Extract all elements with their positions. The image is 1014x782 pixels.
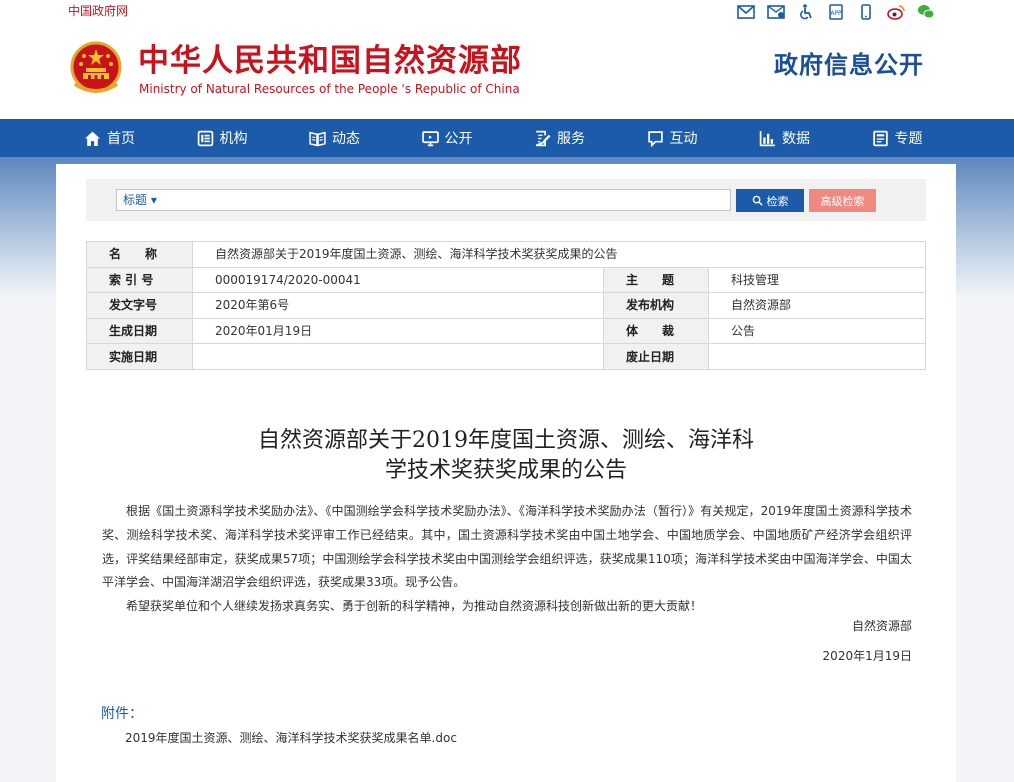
search-bar: 标题 ▾ 检索 高级检索 <box>86 179 926 221</box>
info-value: 2020年01月19日 <box>192 317 604 345</box>
info-label: 发文字号 <box>86 292 193 319</box>
table-row: 生成日期 2020年01月19日 体 裁 公告 <box>86 317 926 345</box>
table-row: 索 引 号 000019174/2020-00041 主 题 科技管理 <box>86 266 926 294</box>
info-label: 生成日期 <box>86 317 193 345</box>
info-label: 索 引 号 <box>86 266 193 294</box>
search-button-label: 检索 <box>766 194 789 208</box>
nav-item-org[interactable]: 机构 <box>191 119 304 157</box>
contact-icon[interactable] <box>764 3 788 20</box>
info-label: 主 题 <box>603 266 709 294</box>
advanced-search-button[interactable]: 高级检索 <box>809 189 876 212</box>
table-row: 名 称 自然资源部关于2019年度国土资源、测绘、海洋科学技术奖获奖成果的公告 <box>86 241 926 268</box>
article-paragraph: 希望获奖单位和个人继续发扬求真务实、勇于创新的科学精神，为推动自然资源科技创新做… <box>126 599 703 614</box>
ministry-en-title: Ministry of Natural Resources of the Peo… <box>139 82 520 96</box>
info-label: 发布机构 <box>603 292 709 319</box>
info-value: 科技管理 <box>708 266 926 294</box>
info-value: 2020年第6号 <box>192 292 604 319</box>
ministry-cn-title: 中华人民共和国自然资源部 <box>138 43 522 79</box>
top-strip: 中国政府网 APP <box>0 0 1014 22</box>
nav-label: 首页 <box>107 131 135 147</box>
article-title-line: 学技术奖获奖成果的公告 <box>384 458 627 483</box>
search-input[interactable]: 标题 ▾ <box>116 189 731 211</box>
info-value: 自然资源部关于2019年度国土资源、测绘、海洋科学技术奖获奖成果的公告 <box>192 241 926 268</box>
mail-icon[interactable] <box>734 3 758 20</box>
attachment-label: 附件： <box>101 706 143 722</box>
info-label: 体 裁 <box>603 317 709 345</box>
accessibility-icon[interactable] <box>794 3 818 20</box>
search-type-dropdown[interactable]: 标题 ▾ <box>123 193 157 207</box>
info-value: 公告 <box>708 317 926 345</box>
nav-item-service[interactable]: 服务 <box>528 119 641 157</box>
book-icon <box>309 131 326 146</box>
section-title: 政府信息公开 <box>774 51 924 79</box>
article-title: 自然资源部关于2019年度国土资源、测绘、海洋科 学技术奖获奖成果的公告 <box>206 426 806 486</box>
nav-item-interact[interactable]: 互动 <box>641 119 754 157</box>
article-body: 根据《国土资源科学技术奖励办法》、《中国测绘学会科学技术奖励办法》、《海洋科学技… <box>102 500 912 619</box>
info-label: 实施日期 <box>86 343 193 370</box>
wechat-icon[interactable] <box>914 3 938 20</box>
nav-label: 专题 <box>894 131 923 147</box>
app-icon[interactable]: APP <box>824 3 848 20</box>
doc-icon <box>872 130 888 146</box>
gov-portal-link[interactable]: 中国政府网 <box>68 4 128 18</box>
info-value: 自然资源部 <box>708 292 926 319</box>
site-header: 中华人民共和国自然资源部 Ministry of Natural Resourc… <box>0 22 1014 119</box>
nav-label: 互动 <box>669 131 698 147</box>
doc-info-table: 名 称 自然资源部关于2019年度国土资源、测绘、海洋科学技术奖获奖成果的公告 … <box>86 241 926 370</box>
content-panel: 标题 ▾ 检索 高级检索 名 称 自然资源部关于2019年度国土资源、测绘、海洋… <box>56 164 956 782</box>
info-value <box>708 343 926 370</box>
nav-item-data[interactable]: 数据 <box>753 119 866 157</box>
nav-item-topics[interactable]: 专题 <box>866 119 979 157</box>
info-value <box>192 343 604 370</box>
nav-label: 服务 <box>557 131 585 147</box>
info-value: 000019174/2020-00041 <box>192 266 604 294</box>
svg-text:APP: APP <box>830 10 842 17</box>
table-row: 实施日期 废止日期 <box>86 343 926 370</box>
nav-label: 数据 <box>782 131 810 147</box>
article-title-line: 自然资源部关于2019年度国土资源、测绘、海洋科 <box>258 428 754 453</box>
nav-item-public[interactable]: 公开 <box>416 119 529 157</box>
home-icon <box>85 131 100 146</box>
national-emblem-icon <box>70 41 122 93</box>
chat-icon <box>647 130 663 147</box>
weibo-icon[interactable] <box>884 3 908 20</box>
nav-item-news[interactable]: 动态 <box>303 119 416 157</box>
nav-label: 动态 <box>332 131 360 147</box>
article-date: 2020年1月19日 <box>822 649 912 663</box>
info-label: 名 称 <box>86 241 193 268</box>
search-icon <box>752 195 763 206</box>
edit-icon <box>535 130 551 146</box>
article-signature: 自然资源部 <box>851 619 912 633</box>
article-paragraph: 根据《国土资源科学技术奖励办法》、《中国测绘学会科学技术奖励办法》、《海洋科学技… <box>102 504 912 590</box>
nav-label: 机构 <box>219 131 248 147</box>
chart-icon <box>759 130 775 146</box>
attachment-link[interactable]: 2019年度国土资源、测绘、海洋科学技术奖获奖成果名单.doc <box>125 731 457 745</box>
org-icon <box>197 130 213 146</box>
nav-item-home[interactable]: 首页 <box>78 119 191 157</box>
nav-label: 公开 <box>444 131 473 147</box>
mobile-icon[interactable] <box>854 3 878 20</box>
table-row: 发文字号 2020年第6号 发布机构 自然资源部 <box>86 292 926 319</box>
monitor-icon <box>421 130 439 146</box>
info-label: 废止日期 <box>603 343 709 370</box>
search-button[interactable]: 检索 <box>736 189 804 212</box>
main-nav: 首页 机构 动态 公开 服务 互动 数据 专题 <box>0 119 1014 157</box>
top-icon-bar: APP <box>734 3 938 20</box>
